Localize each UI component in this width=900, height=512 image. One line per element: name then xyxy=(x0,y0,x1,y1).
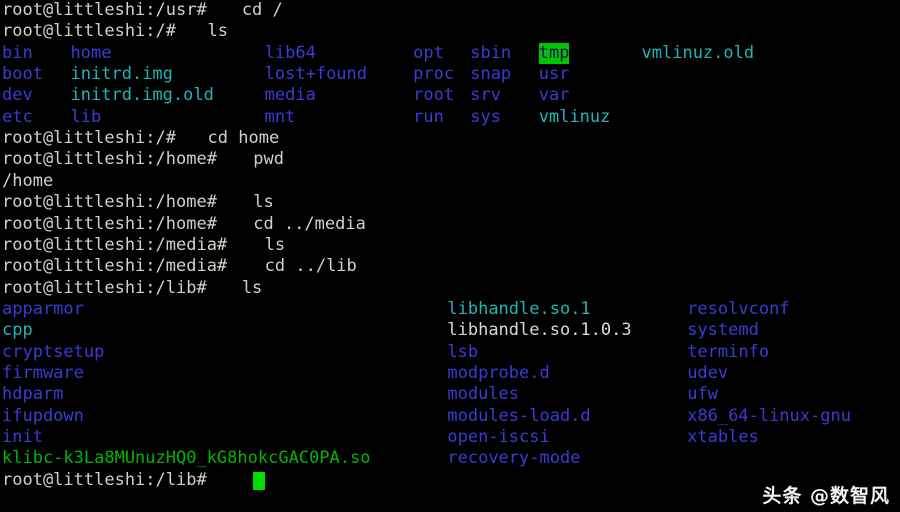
file-entry-lsb[interactable]: lsb xyxy=(447,342,478,363)
shell-prompt: root@littleshi:/home# xyxy=(2,149,228,170)
file-entry-apparmor[interactable]: apparmor xyxy=(2,299,84,320)
file-entry-recovery-mode[interactable]: recovery-mode xyxy=(447,448,580,469)
file-entry-lib[interactable]: lib xyxy=(71,107,102,128)
file-entry-vmlinuz-old[interactable]: vmlinuz.old xyxy=(642,43,755,64)
terminal-line: root@littleshi:/media# ls xyxy=(0,235,900,256)
terminal-line: root@littleshi:/media# cd ../lib xyxy=(0,256,900,277)
file-entry-dev[interactable]: dev xyxy=(2,85,33,106)
shell-command: cd / xyxy=(241,0,283,20)
file-entry-modules[interactable]: modules xyxy=(447,384,519,405)
shell-prompt: root@littleshi:/home# xyxy=(2,192,228,213)
terminal-line: /home xyxy=(0,171,900,192)
shell-command: /home xyxy=(2,170,54,191)
file-entry-init[interactable]: init xyxy=(2,427,43,448)
watermark-label: 头条 @数智风 xyxy=(762,485,890,507)
file-entry-var[interactable]: var xyxy=(539,85,570,106)
terminal-line: root@littleshi:/home# pwd xyxy=(0,149,900,170)
file-entry-modprobe-d[interactable]: modprobe.d xyxy=(447,363,549,384)
file-entry-srv[interactable]: srv xyxy=(470,85,501,106)
shell-command: cd ../media xyxy=(253,213,366,234)
file-entry-modules-load-d[interactable]: modules-load.d xyxy=(447,406,590,427)
terminal-line: root@littleshi:/# cd home xyxy=(0,128,900,149)
shell-prompt: root@littleshi:/# xyxy=(2,128,187,149)
file-entry-sbin[interactable]: sbin xyxy=(470,43,511,64)
file-entry-home[interactable]: home xyxy=(71,43,112,64)
terminal-line: root@littleshi:/# ls xyxy=(0,21,900,42)
shell-prompt: root@littleshi:/lib# xyxy=(2,469,217,490)
file-entry-sys[interactable]: sys xyxy=(470,107,501,128)
file-entry-etc[interactable]: etc xyxy=(2,107,33,128)
file-entry-terminfo[interactable]: terminfo xyxy=(687,342,769,363)
file-entry-klibc-k3la8munuzhq0-kg8hokcgac0pa-so[interactable]: klibc-k3La8MUnuzHQ0_kG8hokcGAC0PA.so xyxy=(2,448,370,469)
shell-prompt: root@littleshi:/lib# xyxy=(2,277,217,298)
file-entry-initrd-img[interactable]: initrd.img xyxy=(71,64,173,85)
file-entry-mnt[interactable]: mnt xyxy=(265,107,296,128)
terminal-line: root@littleshi:/usr# cd / xyxy=(0,0,900,21)
file-entry-run[interactable]: run xyxy=(413,107,444,128)
file-entry-proc[interactable]: proc xyxy=(413,64,454,85)
shell-prompt: root@littleshi:/usr# xyxy=(2,0,217,20)
file-entry-bin[interactable]: bin xyxy=(2,43,33,64)
file-entry-cryptsetup[interactable]: cryptsetup xyxy=(2,342,104,363)
shell-command: ls xyxy=(241,277,263,298)
file-entry-tmp[interactable]: tmp xyxy=(538,42,570,64)
file-entry-snap[interactable]: snap xyxy=(470,64,511,85)
file-entry-systemd[interactable]: systemd xyxy=(687,320,759,341)
file-entry-lib64[interactable]: lib64 xyxy=(265,43,316,64)
file-entry-firmware[interactable]: firmware xyxy=(2,363,84,384)
shell-prompt: root@littleshi:/media# xyxy=(2,234,238,255)
file-entry-ifupdown[interactable]: ifupdown xyxy=(2,406,84,427)
shell-prompt: root@littleshi:/media# xyxy=(2,256,238,277)
shell-command: cd ../lib xyxy=(264,256,357,277)
shell-prompt: root@littleshi:/home# xyxy=(2,213,228,234)
file-entry-vmlinuz[interactable]: vmlinuz xyxy=(539,107,611,128)
terminal-line: root@littleshi:/home# ls xyxy=(0,192,900,213)
shell-command: cd home xyxy=(207,128,280,149)
shell-command: ls xyxy=(253,192,274,213)
file-entry-opt[interactable]: opt xyxy=(413,43,444,64)
text-cursor xyxy=(253,471,265,490)
file-entry-xtables[interactable]: xtables xyxy=(687,427,759,448)
shell-command: pwd xyxy=(253,149,284,170)
file-entry-usr[interactable]: usr xyxy=(539,64,570,85)
terminal-window[interactable]: root@littleshi:/usr# cd / root@littleshi:… xyxy=(0,0,900,512)
file-entry-root[interactable]: root xyxy=(413,85,454,106)
terminal-line: root@littleshi:/home# cd ../media xyxy=(0,214,900,235)
file-entry-ufw[interactable]: ufw xyxy=(687,384,718,405)
file-entry-cpp[interactable]: cpp xyxy=(2,320,33,341)
file-entry-open-iscsi[interactable]: open-iscsi xyxy=(447,427,549,448)
file-entry-boot[interactable]: boot xyxy=(2,64,43,85)
file-entry-hdparm[interactable]: hdparm xyxy=(2,384,63,405)
file-entry-initrd-img-old[interactable]: initrd.img.old xyxy=(71,85,214,106)
file-entry-libhandle-so-1[interactable]: libhandle.so.1 xyxy=(447,299,590,320)
file-entry-libhandle-so-1-0-3[interactable]: libhandle.so.1.0.3 xyxy=(447,320,631,341)
terminal-line: root@littleshi:/lib# ls xyxy=(0,278,900,299)
file-entry-resolvconf[interactable]: resolvconf xyxy=(687,299,789,320)
file-entry-media[interactable]: media xyxy=(265,85,316,106)
file-entry-lost-found[interactable]: lost+found xyxy=(265,64,367,85)
file-entry-udev[interactable]: udev xyxy=(687,363,728,384)
file-entry-x86-64-linux-gnu[interactable]: x86_64-linux-gnu xyxy=(687,406,851,427)
shell-prompt: root@littleshi:/# xyxy=(2,21,187,42)
shell-command: ls xyxy=(207,21,229,42)
shell-command: ls xyxy=(264,234,286,255)
